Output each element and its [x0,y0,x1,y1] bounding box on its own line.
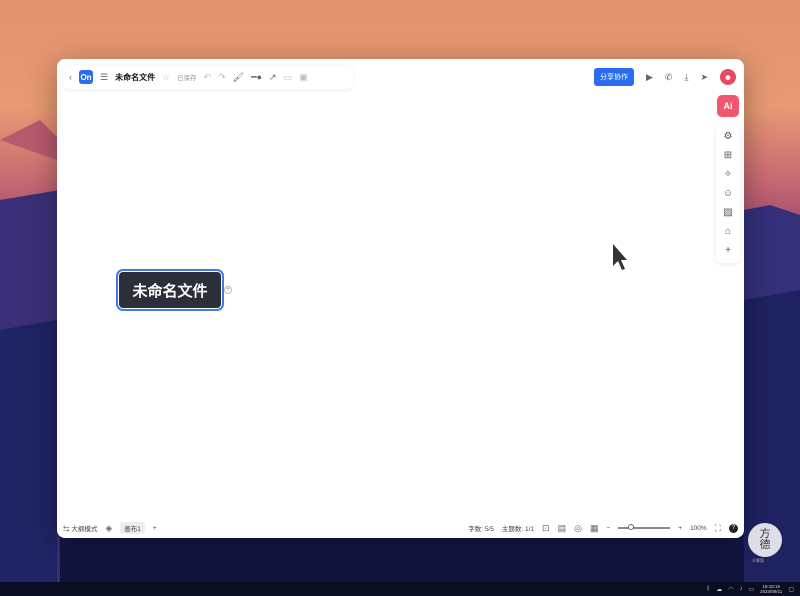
redo-icon[interactable]: ↷ [218,72,226,82]
arrow-line-icon[interactable]: ↗ [269,72,277,82]
structure-icon[interactable]: ⊞ [724,150,732,162]
outline-mode-label: 大纲模式 [71,526,98,533]
zoom-slider[interactable] [618,524,671,530]
root-topic-node[interactable]: 未命名文件 [116,269,224,311]
topic-count-value: 1/1 [524,526,535,533]
watermark-line2: 德 [759,538,771,551]
zoom-in-button[interactable]: + [678,525,682,532]
taskbar: ᛒ ☁ ◠ ♪ ▭ 18:18:16 2024/09/11 ▢ [0,582,800,596]
star-icon[interactable]: ☆ [162,72,170,82]
add-canvas-button[interactable]: + [153,525,157,532]
cloud-icon[interactable]: ☁ [716,586,722,593]
download-icon[interactable]: ⤓ [684,72,688,82]
format-painter-icon[interactable]: 🖌 [233,72,244,82]
style-icon[interactable]: ✧ [724,169,732,181]
tag-icon[interactable]: ⌂ [725,226,731,238]
top-toolbar: ‹ On ☰ 未命名文件 ☆ 已保存 ↶ ↷ 🖌 ━● ↗ ▭ ▣ [63,65,353,89]
help-button[interactable]: ? [729,523,738,533]
emoji-icon[interactable]: ☺ [723,188,733,200]
notification-icon[interactable]: ▢ [788,586,794,593]
watermark-logo: 方 德 [748,523,782,557]
app-logo[interactable]: On [79,70,93,84]
add-child-button[interactable]: + [224,286,232,294]
image-icon[interactable]: ▨ [723,207,732,219]
word-count-value: 5/5 [484,526,494,533]
side-tools: ⚙ ⊞ ✧ ☺ ▨ ⌂ + [716,125,740,263]
fit-icon[interactable]: ⊡ [542,523,550,533]
zoom-level: 100% [690,524,707,532]
mouse-cursor-icon [613,244,627,270]
bluetooth-icon[interactable]: ᛒ [707,586,711,592]
minimap-icon[interactable]: ▦ [590,523,599,533]
share-collaborate-button[interactable]: 分享协作 [594,68,634,86]
back-icon[interactable]: ‹ [69,72,72,82]
root-topic-label: 未命名文件 [132,282,208,300]
add-icon[interactable]: + [725,245,731,257]
menu-icon[interactable]: ☰ [100,72,108,82]
app-window: 未命名文件 + ‹ On ☰ 未命名文件 ☆ 已保存 ↶ ↷ 🖌 ━● ↗ ▭ … [57,59,744,538]
status-bar: ⇆ 大纲模式 ◈ 画布1 + 字数: 5/5 主题数: 1/1 ⊡ ▤ ◎ ▦ … [57,518,744,538]
save-status: 已保存 [177,75,197,82]
battery-icon[interactable]: ▭ [748,586,754,593]
avatar[interactable]: ☻ [720,69,736,85]
send-icon[interactable]: ➤ [700,72,708,82]
watermark-sub: 半景版 [752,558,764,563]
zoom-out-button[interactable]: − [606,525,610,532]
fullscreen-icon[interactable]: ⛶ [715,523,721,533]
summary-icon[interactable]: ▭ [284,72,293,82]
clock-date: 2024/09/11 [760,589,783,594]
settings-sliders-icon[interactable]: ⚙ [724,131,733,143]
connector-icon[interactable]: ━● [251,72,262,82]
present-icon[interactable]: ▶ [646,72,653,82]
word-count-label: 字数: [468,526,483,533]
ai-button[interactable]: Ai [717,95,739,117]
right-tool-panel: Ai ⚙ ⊞ ✧ ☺ ▨ ⌂ + [716,95,740,263]
outline-mode-button[interactable]: ⇆ 大纲模式 [63,523,97,533]
mindmap-canvas[interactable]: 未命名文件 + [57,59,744,538]
phone-icon[interactable]: ✆ [665,72,673,82]
topic-count: 主题数: 1/1 [502,523,534,533]
undo-icon[interactable]: ↶ [204,72,212,82]
volume-icon[interactable]: ♪ [739,586,742,592]
wifi-icon[interactable]: ◠ [728,586,733,593]
top-right-toolbar: 分享协作 ▶ ✆ ⤓ ➤ ☻ [594,65,736,89]
map-icon[interactable]: ▤ [558,523,567,533]
locate-icon[interactable]: ◎ [574,523,582,533]
word-count: 字数: 5/5 [468,523,494,533]
taskbar-clock[interactable]: 18:18:16 2024/09/11 [760,584,782,594]
document-title[interactable]: 未命名文件 [115,72,155,83]
canvas-tab[interactable]: 画布1 [120,522,145,534]
topic-count-label: 主题数: [501,526,524,533]
zoom-slider-knob[interactable] [628,524,635,530]
layers-icon[interactable]: ◈ [105,523,112,533]
boundary-icon[interactable]: ▣ [299,72,308,82]
